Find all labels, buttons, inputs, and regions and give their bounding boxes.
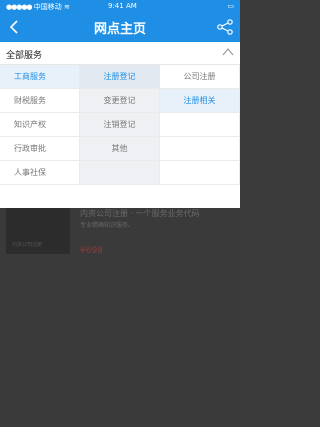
services-row: 人事社保 [0,161,240,185]
service-item [160,113,240,137]
category-item[interactable]: 工商服务 [0,65,80,89]
course-title: 内资公司注册 · 一个服务业务代码 [80,209,200,218]
course-price: ¥698 [80,246,103,256]
category-item[interactable]: 财税服务 [0,89,80,113]
services-grid: 工商服务 注册登记 公司注册 财税服务 变更登记 注册相关 知识产权 注销登记 … [0,65,240,185]
service-item [160,137,240,161]
subcategory-item[interactable]: 其他 [80,137,160,161]
status-bar: ●●●●● 中国移动 ≋ 9:41 AM ▭ [0,0,240,12]
panel-header[interactable]: 全部服务 [0,42,240,65]
nav-bar: 网点主页 [0,12,240,42]
service-item[interactable]: 公司注册 [160,65,240,89]
services-row: 知识产权 注销登记 [0,113,240,137]
status-time: 9:41 AM [108,2,137,10]
subcategory-item[interactable]: 注销登记 [80,113,160,137]
signal-icon: ●●●●● [6,3,33,11]
services-row: 行政审批 其他 [0,137,240,161]
category-item[interactable]: 人事社保 [0,161,80,185]
chevron-up-icon[interactable] [222,47,234,57]
battery-icon: ▭ [227,2,234,10]
page-title: 网点主页 [93,22,146,37]
service-item[interactable]: 注册相关 [160,89,240,113]
category-item[interactable]: 行政审批 [0,137,80,161]
dimmed-content: 内资公司注册 内资公司注册 · 一个服务业务代码 专业精确知识服务。 ¥698 [0,208,240,427]
course-desc: 专业精确知识服务。 [80,222,135,229]
panel-title: 全部服务 [6,51,43,61]
services-row: 财税服务 变更登记 注册相关 [0,89,240,113]
wifi-icon: ≋ [64,3,70,11]
subcategory-item[interactable]: 变更登记 [80,89,160,113]
services-row: 工商服务 注册登记 公司注册 [0,65,240,89]
subcategory-item[interactable]: 注册登记 [80,65,160,89]
share-icon[interactable] [216,18,234,36]
course-thumbnail: 内资公司注册 [6,208,70,254]
carrier: ●●●●● 中国移动 ≋ [6,3,70,11]
service-item [160,161,240,185]
subcategory-item [80,161,160,185]
category-item[interactable]: 知识产权 [0,113,80,137]
services-panel: 全部服务 工商服务 注册登记 公司注册 财税服务 变更登记 注册相关 知识产权 … [0,42,240,208]
thumbnail-label: 内资公司注册 [12,242,43,248]
